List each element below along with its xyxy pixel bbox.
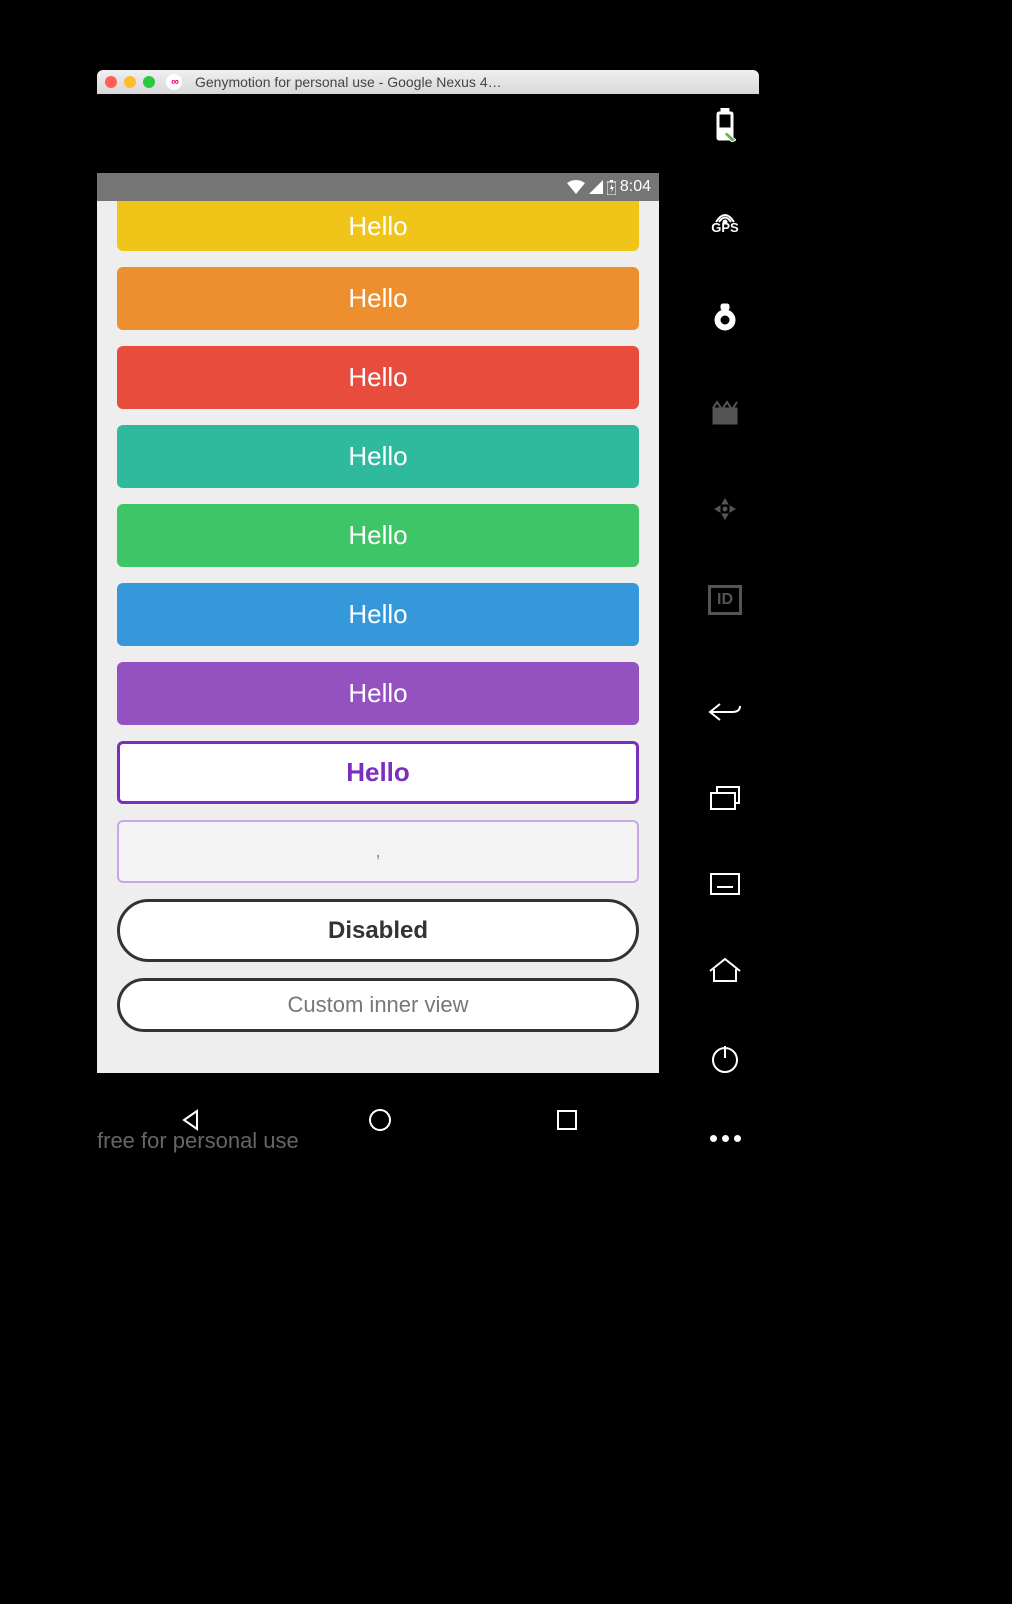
zoom-icon[interactable] — [143, 76, 155, 88]
battery-icon[interactable] — [705, 105, 745, 145]
signal-icon — [589, 180, 603, 194]
disabled-button: Disabled — [117, 899, 639, 962]
device-menu-button[interactable] — [709, 872, 741, 901]
genymotion-device-controls — [690, 700, 760, 1142]
remote-control-icon[interactable] — [705, 489, 745, 529]
close-icon[interactable] — [105, 76, 117, 88]
device-recents-button[interactable] — [709, 785, 741, 816]
id-label: ID — [717, 591, 733, 609]
empty-outline-button[interactable]: , — [117, 820, 639, 883]
wifi-icon — [567, 180, 585, 194]
hello-button-blue[interactable]: Hello — [117, 583, 639, 646]
gps-label: GPS — [711, 220, 738, 235]
device-power-button[interactable] — [710, 1044, 740, 1079]
hello-button-yellow[interactable]: Hello — [117, 201, 639, 251]
identifier-icon[interactable]: ID — [708, 585, 742, 615]
custom-inner-view-button[interactable]: Custom inner view — [117, 978, 639, 1032]
camera-icon[interactable] — [705, 297, 745, 337]
device-home-button[interactable] — [708, 957, 742, 988]
minimize-icon[interactable] — [124, 76, 136, 88]
more-button[interactable] — [710, 1135, 741, 1142]
genymotion-app-icon: ∞ — [166, 74, 182, 90]
hello-button-orange[interactable]: Hello — [117, 267, 639, 330]
hello-button-green[interactable]: Hello — [117, 504, 639, 567]
hello-button-red[interactable]: Hello — [117, 346, 639, 409]
device-back-button[interactable] — [708, 700, 742, 729]
genymotion-toolbar: GPS ID — [690, 105, 760, 615]
recents-button[interactable] — [556, 1109, 578, 1136]
custom-inner-view-label: Custom inner view — [288, 992, 469, 1018]
hello-button-teal[interactable]: Hello — [117, 425, 639, 488]
window-title: Genymotion for personal use - Google Nex… — [195, 74, 751, 90]
clock-text: 8:04 — [620, 178, 651, 196]
device-screen: 8:04 Hello Hello Hello Hello Hello Hello… — [97, 173, 659, 1073]
capture-icon[interactable] — [705, 393, 745, 433]
battery-charging-icon — [607, 180, 616, 195]
hello-button-outline[interactable]: Hello — [117, 741, 639, 804]
gps-icon[interactable]: GPS — [705, 201, 745, 241]
app-scroll-content[interactable]: Hello Hello Hello Hello Hello Hello Hell… — [97, 201, 659, 1032]
android-status-bar: 8:04 — [97, 173, 659, 201]
home-button[interactable] — [367, 1107, 393, 1138]
free-for-personal-use-label: free for personal use — [97, 1128, 299, 1154]
window-titlebar: ∞ Genymotion for personal use - Google N… — [97, 70, 759, 94]
hello-button-purple[interactable]: Hello — [117, 662, 639, 725]
